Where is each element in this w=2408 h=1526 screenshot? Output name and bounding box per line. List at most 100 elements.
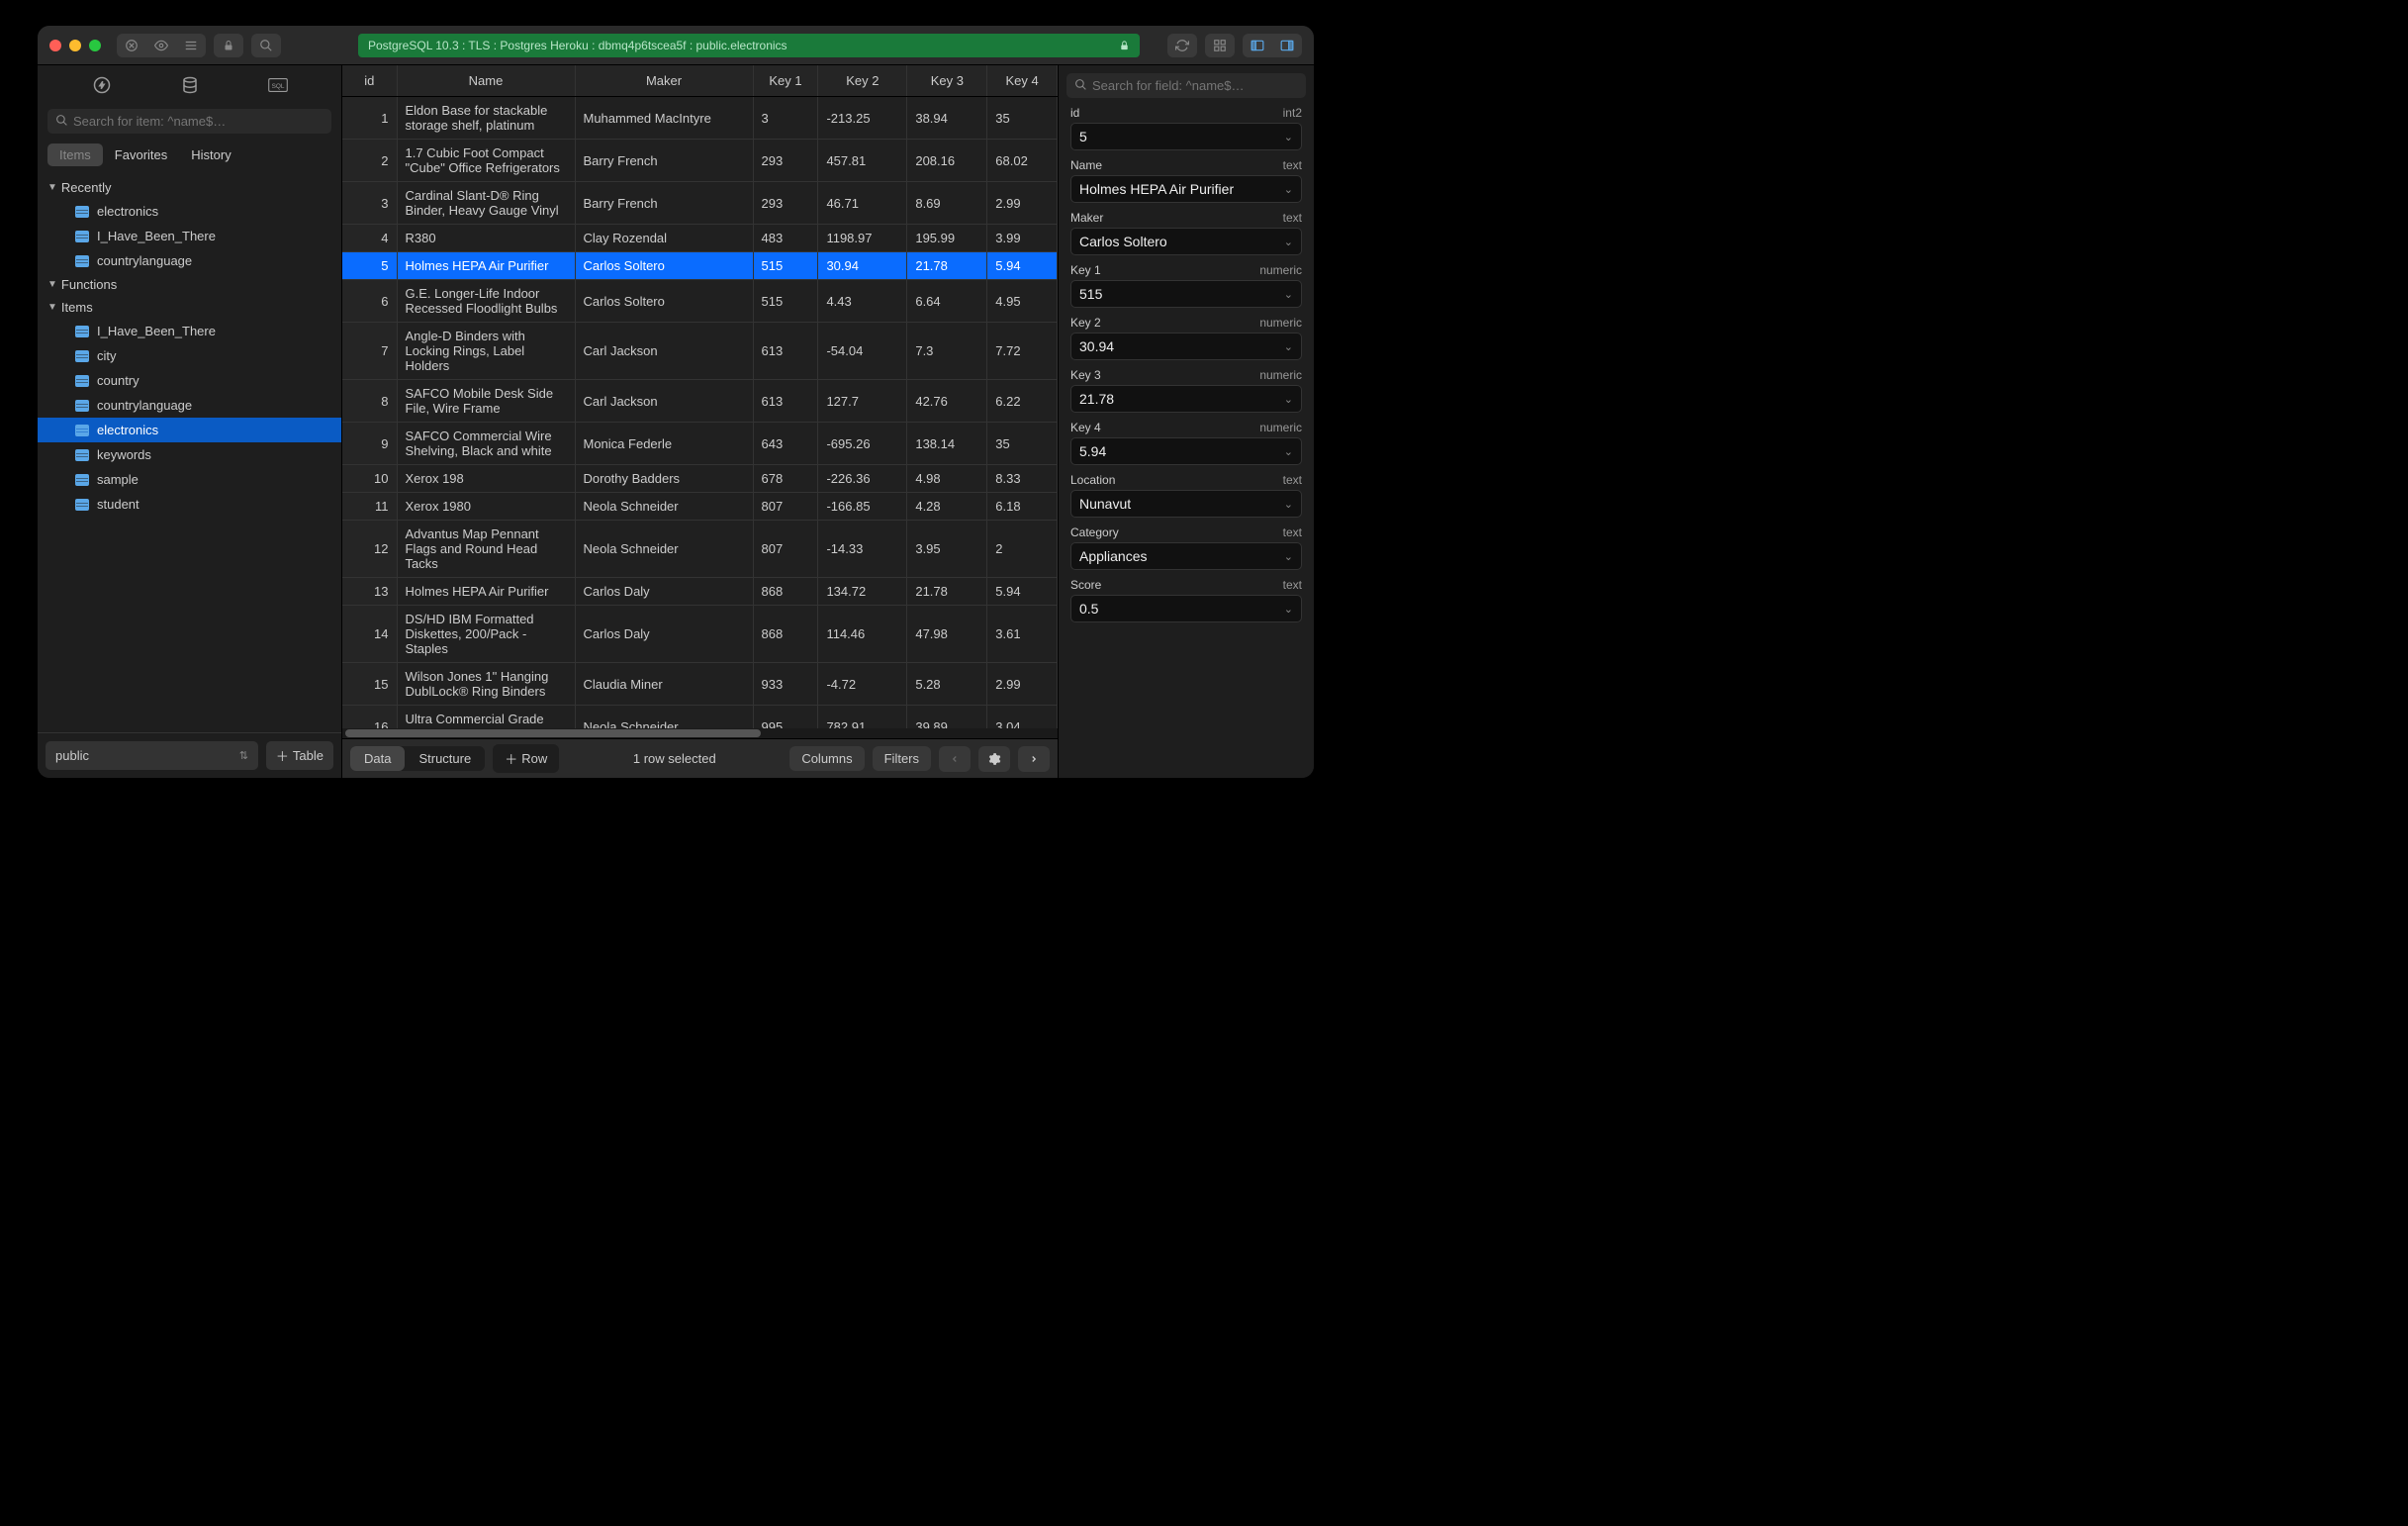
tree-section[interactable]: ▼Recently <box>38 176 341 199</box>
cell[interactable]: 933 <box>753 663 818 706</box>
sidebar-item-city[interactable]: city <box>38 343 341 368</box>
column-header[interactable]: Key 2 <box>818 65 907 97</box>
cell[interactable]: -4.72 <box>818 663 907 706</box>
cell[interactable]: 2.99 <box>987 663 1058 706</box>
field-value-input[interactable]: 30.94⌄ <box>1070 333 1302 360</box>
table-row[interactable]: 1Eldon Base for stackable storage shelf,… <box>342 97 1058 140</box>
cell[interactable]: 3 <box>342 182 397 225</box>
cell[interactable]: 10 <box>342 465 397 493</box>
search-button[interactable] <box>251 34 281 57</box>
cell[interactable]: 195.99 <box>907 225 987 252</box>
cell[interactable]: 293 <box>753 140 818 182</box>
cell[interactable]: 134.72 <box>818 578 907 606</box>
cell[interactable]: SAFCO Mobile Desk Side File, Wire Frame <box>397 380 575 423</box>
cell[interactable]: 35 <box>987 97 1058 140</box>
cell[interactable]: 483 <box>753 225 818 252</box>
table-row[interactable]: 14DS/HD IBM Formatted Diskettes, 200/Pac… <box>342 606 1058 663</box>
cell[interactable]: 3.95 <box>907 521 987 578</box>
cell[interactable]: 3.04 <box>987 706 1058 729</box>
cell[interactable]: 293 <box>753 182 818 225</box>
sidebar-item-country[interactable]: country <box>38 368 341 393</box>
table-row[interactable]: 4R380Clay Rozendal4831198.97195.993.99 <box>342 225 1058 252</box>
data-grid[interactable]: idNameMakerKey 1Key 2Key 3Key 4 1Eldon B… <box>342 65 1058 728</box>
table-row[interactable]: 15Wilson Jones 1" Hanging DublLock® Ring… <box>342 663 1058 706</box>
disconnect-button[interactable] <box>117 34 146 57</box>
cell[interactable]: 15 <box>342 663 397 706</box>
cell[interactable]: Barry French <box>575 140 753 182</box>
table-row[interactable]: 12Advantus Map Pennant Flags and Round H… <box>342 521 1058 578</box>
cell[interactable]: 807 <box>753 521 818 578</box>
right-panel-button[interactable] <box>1272 34 1302 57</box>
cell[interactable]: 46.71 <box>818 182 907 225</box>
cell[interactable]: Ultra Commercial Grade Dual Valve Door C… <box>397 706 575 729</box>
cell[interactable]: 30.94 <box>818 252 907 280</box>
cell[interactable]: 6.22 <box>987 380 1058 423</box>
sidebar-item-I_Have_Been_There[interactable]: I_Have_Been_There <box>38 319 341 343</box>
cell[interactable]: -213.25 <box>818 97 907 140</box>
cell[interactable]: 21.78 <box>907 578 987 606</box>
cell[interactable]: 127.7 <box>818 380 907 423</box>
column-header[interactable]: Key 1 <box>753 65 818 97</box>
prev-button[interactable] <box>939 746 971 772</box>
cell[interactable]: 5.28 <box>907 663 987 706</box>
cell[interactable]: 9 <box>342 423 397 465</box>
field-value-input[interactable]: Carlos Soltero⌄ <box>1070 228 1302 255</box>
cell[interactable]: 613 <box>753 380 818 423</box>
cell[interactable]: 4 <box>342 225 397 252</box>
cell[interactable]: Neola Schneider <box>575 521 753 578</box>
next-button[interactable] <box>1018 746 1050 772</box>
table-row[interactable]: 13Holmes HEPA Air PurifierCarlos Daly868… <box>342 578 1058 606</box>
field-value-input[interactable]: Nunavut⌄ <box>1070 490 1302 518</box>
cell[interactable]: 2 <box>342 140 397 182</box>
cell[interactable]: 8.33 <box>987 465 1058 493</box>
cell[interactable]: Clay Rozendal <box>575 225 753 252</box>
cell[interactable]: Neola Schneider <box>575 493 753 521</box>
gear-button[interactable] <box>978 746 1010 772</box>
cell[interactable]: 6.64 <box>907 280 987 323</box>
sidebar-item-sample[interactable]: sample <box>38 467 341 492</box>
tab-items[interactable]: Items <box>47 143 103 166</box>
cell[interactable]: 35 <box>987 423 1058 465</box>
filters-button[interactable]: Filters <box>873 746 931 771</box>
sidebar-item-electronics[interactable]: electronics <box>38 199 341 224</box>
column-header[interactable]: Key 3 <box>907 65 987 97</box>
tab-favorites[interactable]: Favorites <box>103 143 179 166</box>
cell[interactable]: 138.14 <box>907 423 987 465</box>
sidebar-item-countrylanguage[interactable]: countrylanguage <box>38 393 341 418</box>
cell[interactable]: Cardinal Slant-D® Ring Binder, Heavy Gau… <box>397 182 575 225</box>
cell[interactable]: 515 <box>753 252 818 280</box>
cell[interactable]: -226.36 <box>818 465 907 493</box>
cell[interactable]: Claudia Miner <box>575 663 753 706</box>
cell[interactable]: 38.94 <box>907 97 987 140</box>
sidebar-item-countrylanguage[interactable]: countrylanguage <box>38 248 341 273</box>
sidebar-search-input[interactable] <box>47 109 331 134</box>
table-row[interactable]: 6G.E. Longer-Life Indoor Recessed Floodl… <box>342 280 1058 323</box>
cell[interactable]: 457.81 <box>818 140 907 182</box>
cell[interactable]: G.E. Longer-Life Indoor Recessed Floodli… <box>397 280 575 323</box>
horizontal-scrollbar[interactable] <box>342 728 1058 738</box>
cell[interactable]: 807 <box>753 493 818 521</box>
cell[interactable]: 14 <box>342 606 397 663</box>
cell[interactable]: -14.33 <box>818 521 907 578</box>
cell[interactable]: 2.99 <box>987 182 1058 225</box>
cell[interactable]: SAFCO Commercial Wire Shelving, Black an… <box>397 423 575 465</box>
cell[interactable]: 7 <box>342 323 397 380</box>
cell[interactable]: R380 <box>397 225 575 252</box>
field-value-input[interactable]: Holmes HEPA Air Purifier⌄ <box>1070 175 1302 203</box>
table-row[interactable]: 16Ultra Commercial Grade Dual Valve Door… <box>342 706 1058 729</box>
cell[interactable]: 643 <box>753 423 818 465</box>
table-row[interactable]: 21.7 Cubic Foot Compact "Cube" Office Re… <box>342 140 1058 182</box>
cell[interactable]: Carlos Soltero <box>575 280 753 323</box>
sidebar-item-student[interactable]: student <box>38 492 341 517</box>
cell[interactable]: -54.04 <box>818 323 907 380</box>
cell[interactable]: Eldon Base for stackable storage shelf, … <box>397 97 575 140</box>
table-row[interactable]: 8SAFCO Mobile Desk Side File, Wire Frame… <box>342 380 1058 423</box>
cell[interactable]: 208.16 <box>907 140 987 182</box>
cell[interactable]: 515 <box>753 280 818 323</box>
sql-icon[interactable]: SQL <box>266 73 290 97</box>
table-row[interactable]: 9SAFCO Commercial Wire Shelving, Black a… <box>342 423 1058 465</box>
cell[interactable]: 4.95 <box>987 280 1058 323</box>
cell[interactable]: 1198.97 <box>818 225 907 252</box>
field-value-input[interactable]: Appliances⌄ <box>1070 542 1302 570</box>
cell[interactable]: 6 <box>342 280 397 323</box>
